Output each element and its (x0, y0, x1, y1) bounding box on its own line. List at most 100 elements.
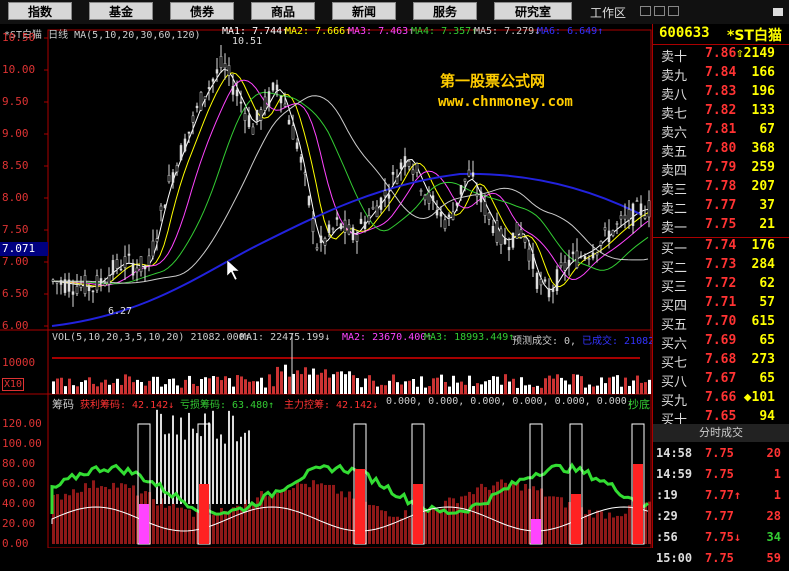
candle-body (331, 228, 335, 230)
order-volume: 62 (759, 276, 775, 291)
candle-body (347, 224, 351, 235)
order-book-row[interactable]: 卖五 7.80 368 (653, 141, 789, 160)
order-book-row[interactable]: 买三 7.72 62 (653, 276, 789, 295)
order-price: 7.68 (705, 352, 737, 367)
order-book-row[interactable]: 买二 7.73 284 (653, 257, 789, 276)
candle-body (135, 267, 139, 273)
toolbar-button-fund[interactable]: 基金 (89, 2, 153, 20)
candle-body (191, 115, 195, 123)
ma-legend-item: MA5: 7.279↓ (474, 26, 541, 37)
toolbar-button-bond[interactable]: 债券 (170, 2, 234, 20)
volume-bar (396, 382, 399, 394)
candle-body (103, 283, 107, 286)
volume-bar (268, 374, 271, 394)
chip-red-bar (288, 490, 291, 544)
candle-body (443, 219, 447, 229)
volume-bar (204, 377, 207, 394)
volume-estimate: 预测成交: 0, (512, 336, 577, 347)
chip-red-bar (92, 480, 95, 544)
candle-body (475, 193, 479, 197)
order-book-row[interactable]: 卖三 7.78 207 (653, 179, 789, 198)
restore-icon[interactable] (773, 8, 783, 16)
volume-bar (464, 384, 467, 394)
candle-body (207, 87, 211, 90)
order-price: 7.67 (705, 371, 737, 386)
order-book-row[interactable]: 卖八 7.83 196 (653, 84, 789, 103)
candle-body (127, 253, 131, 256)
order-volume: ⇧2149 (735, 46, 775, 61)
candle-body (539, 278, 543, 286)
order-book-row[interactable]: 买七 7.68 273 (653, 352, 789, 371)
candle-body (455, 202, 459, 206)
chip-red-bar (448, 497, 451, 544)
order-level-label: 卖七 (661, 107, 688, 122)
candle-body (131, 263, 135, 276)
volume-bar (456, 382, 459, 394)
volume-bar (348, 371, 351, 394)
chip-red-bar (508, 484, 511, 544)
order-price: 7.70 (705, 314, 737, 329)
toolbar-button-service[interactable]: 服务 (413, 2, 477, 20)
volume-bar (616, 375, 619, 394)
volume-bar (248, 381, 251, 394)
chip-tag: 抄底 (628, 398, 650, 411)
toolbar-button-commodity[interactable]: 商品 (251, 2, 315, 20)
volume-bar (624, 377, 627, 394)
candle-body (183, 138, 187, 152)
volume-bar (312, 368, 315, 394)
candle-body (179, 145, 183, 161)
minimize-icon[interactable] (640, 6, 651, 16)
chip-red-bar (452, 498, 455, 544)
close-icon[interactable] (668, 6, 679, 16)
candle-body (587, 258, 591, 260)
toolbar-button-news[interactable]: 新闻 (332, 2, 396, 20)
volume-bar (400, 384, 403, 394)
volume-bar (180, 387, 183, 394)
chip-red-bar (464, 495, 467, 544)
volume-done: 已成交: 21082 (582, 336, 655, 347)
chip-red-bar (512, 482, 515, 544)
ticks-title[interactable]: 分时成交 (653, 424, 789, 442)
order-book-row[interactable]: 卖十 7.86 ⇧2149 (653, 46, 789, 65)
toolbar-button-index[interactable]: 指数 (8, 2, 72, 20)
chip-red-bar (616, 515, 619, 544)
order-book-row[interactable]: 买四 7.71 57 (653, 295, 789, 314)
candle-body (423, 194, 427, 201)
y-tick-label: 9.00 (2, 127, 29, 140)
order-book-row[interactable]: 卖九 7.84 166 (653, 65, 789, 84)
volume-bar (212, 376, 215, 394)
chart-area[interactable]: *ST白猫 日线 MA(5,10,20,30,60,120) MA1: 7.74… (0, 24, 655, 550)
toolbar-button-research[interactable]: 研究室 (494, 2, 572, 20)
candle-body (383, 190, 387, 197)
candle-body (195, 105, 199, 109)
volume-bar (480, 384, 483, 394)
chip-white-bar (236, 441, 238, 504)
order-book-row[interactable]: 买六 7.69 65 (653, 333, 789, 352)
order-book-row[interactable]: 卖四 7.79 259 (653, 160, 789, 179)
order-book-row[interactable]: 买九 7.66 ◆101 (653, 390, 789, 409)
candle-body (343, 219, 347, 233)
maximize-icon[interactable] (654, 6, 665, 16)
volume-bar (332, 374, 335, 394)
order-book-row[interactable]: 卖六 7.81 67 (653, 122, 789, 141)
candle-body (615, 223, 619, 225)
candle-body (643, 215, 647, 219)
chip-red-bar (188, 509, 191, 544)
order-book-row[interactable]: 卖七 7.82 133 (653, 103, 789, 122)
y-tick-label: 9.50 (2, 95, 29, 108)
workspace-label[interactable]: 工作区 (590, 4, 626, 21)
order-book-row[interactable]: 买八 7.67 65 (653, 371, 789, 390)
tick-volume: 59 (766, 551, 781, 565)
volume-bar (420, 376, 423, 394)
volume-unit-label: X10 (2, 378, 25, 391)
candle-body (307, 196, 311, 206)
order-book-row[interactable]: 买五 7.70 615 (653, 314, 789, 333)
order-book-row[interactable]: 买一 7.74 176 (653, 238, 789, 257)
chip-red-bar (212, 514, 215, 544)
chip-red-bar (592, 517, 595, 544)
candle-body (447, 214, 451, 217)
order-book-row[interactable]: 卖二 7.77 37 (653, 198, 789, 217)
order-book-row[interactable]: 卖一 7.75 21 (653, 217, 789, 236)
order-level-label: 买九 (661, 394, 688, 409)
chip-red-bar (152, 499, 155, 544)
